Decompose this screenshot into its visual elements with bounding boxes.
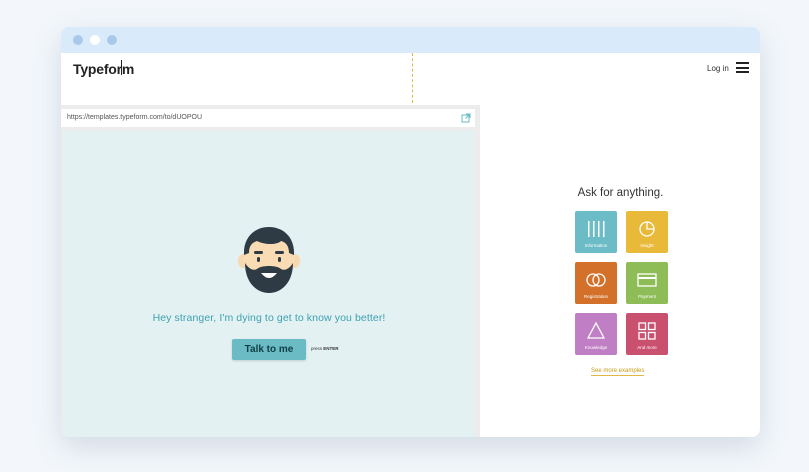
preview-url[interactable]: https://templates.typeform.com/to/dUOPOU bbox=[67, 114, 202, 121]
tile-payment[interactable]: Payment bbox=[626, 262, 668, 304]
brand-logo[interactable]: Typeform bbox=[73, 61, 134, 77]
pie-chart-icon bbox=[639, 221, 655, 237]
login-link[interactable]: Log in bbox=[707, 64, 729, 73]
window-dot-minimize[interactable] bbox=[90, 35, 100, 45]
tile-and-more[interactable]: And more bbox=[626, 313, 668, 355]
tile-label: And more bbox=[637, 345, 657, 350]
window-dot-close[interactable] bbox=[73, 35, 83, 45]
tile-knowledge[interactable]: Knowledge bbox=[575, 313, 617, 355]
text-cursor bbox=[121, 60, 122, 75]
tile-label: Payment bbox=[638, 294, 656, 299]
bars-icon bbox=[588, 221, 605, 237]
tile-information[interactable]: Information bbox=[575, 211, 617, 253]
tile-label: Knowledge bbox=[584, 345, 608, 350]
tile-label: Registration bbox=[583, 294, 608, 299]
press-hint-prefix: press bbox=[311, 346, 323, 351]
window-dot-maximize[interactable] bbox=[107, 35, 117, 45]
panel-title: Ask for anything. bbox=[577, 187, 664, 199]
press-hint-key: ENTER bbox=[323, 346, 339, 351]
card-icon bbox=[637, 273, 657, 287]
bearded-man-icon bbox=[238, 227, 300, 293]
hamburger-icon[interactable] bbox=[736, 62, 749, 73]
talk-to-me-button[interactable]: Talk to me bbox=[232, 339, 306, 360]
tile-label: Insight bbox=[640, 243, 654, 248]
tile-label: Information bbox=[584, 243, 608, 248]
grid-icon bbox=[638, 322, 656, 340]
form-preview: https://templates.typeform.com/to/dUOPOU bbox=[61, 105, 480, 437]
see-more-examples-link[interactable]: See more examples bbox=[591, 368, 645, 376]
dashed-connector bbox=[412, 53, 413, 103]
window-titlebar bbox=[61, 27, 760, 53]
rings-icon bbox=[586, 273, 606, 287]
tile-registration[interactable]: Registration bbox=[575, 262, 617, 304]
typeform-welcome-screen: Hey stranger, I'm dying to get to know y… bbox=[63, 131, 475, 437]
external-link-icon[interactable] bbox=[461, 113, 471, 123]
welcome-message: Hey stranger, I'm dying to get to know y… bbox=[152, 312, 386, 324]
triangle-icon bbox=[586, 321, 606, 339]
press-enter-hint: press ENTER bbox=[311, 346, 339, 351]
browser-window: Typeform Log in https://templates.typefo… bbox=[61, 27, 760, 437]
preview-url-bar: https://templates.typeform.com/to/dUOPOU bbox=[61, 109, 475, 127]
tile-insight[interactable]: Insight bbox=[626, 211, 668, 253]
